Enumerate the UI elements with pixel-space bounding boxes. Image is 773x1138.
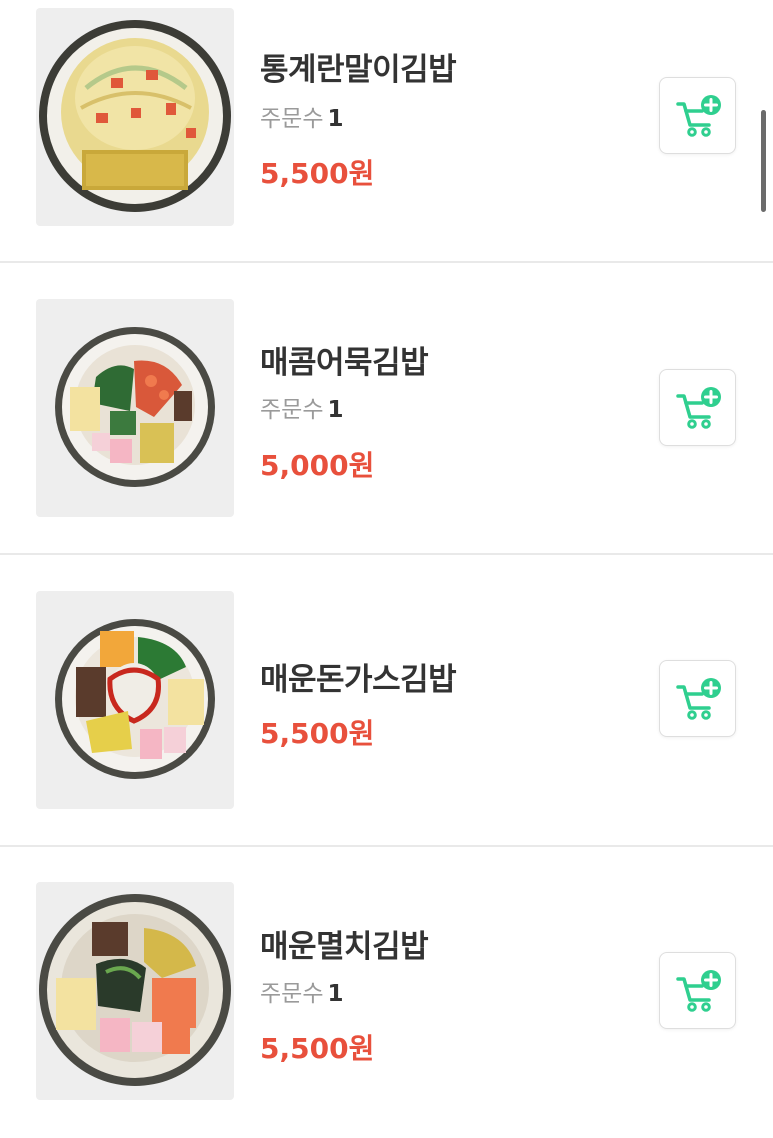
add-to-cart-button[interactable]	[659, 660, 736, 737]
food-image	[36, 8, 234, 226]
order-label: 주문수	[260, 397, 324, 423]
order-count-value: 1	[327, 981, 344, 1007]
food-image	[36, 299, 234, 517]
menu-item[interactable]: 통계란말이김밥 주문수 1 5,500원	[0, 0, 773, 262]
menu-name: 매콤어묵김밥	[260, 345, 429, 381]
divider	[0, 553, 773, 555]
order-label: 주문수	[260, 981, 324, 1007]
food-image	[36, 591, 234, 809]
divider	[0, 261, 773, 263]
order-count: 주문수 1	[260, 974, 344, 1008]
menu-item[interactable]: 매콤어묵김밥 주문수 1 5,000원	[0, 292, 773, 554]
order-count: 주문수 1	[260, 99, 344, 133]
order-count: 주문수 1	[260, 390, 344, 424]
food-image	[36, 882, 234, 1100]
menu-item[interactable]: 매운멸치김밥 주문수 1 5,500원	[0, 876, 773, 1138]
divider	[0, 845, 773, 847]
scrollbar[interactable]	[761, 110, 766, 212]
menu-price: 5,500원	[260, 717, 375, 750]
order-label: 주문수	[260, 106, 324, 132]
order-count-value: 1	[327, 106, 344, 132]
cart-plus-icon	[676, 970, 721, 1012]
menu-price: 5,500원	[260, 1032, 375, 1065]
menu-price: 5,500원	[260, 157, 375, 190]
menu-price: 5,000원	[260, 449, 375, 482]
add-to-cart-button[interactable]	[659, 77, 736, 154]
menu-name: 매운돈가스김밥	[260, 662, 457, 698]
add-to-cart-button[interactable]	[659, 952, 736, 1029]
order-count-value: 1	[327, 397, 344, 423]
add-to-cart-button[interactable]	[659, 369, 736, 446]
menu-name: 매운멸치김밥	[260, 929, 429, 965]
cart-plus-icon	[676, 387, 721, 429]
menu-name: 통계란말이김밥	[260, 52, 457, 88]
cart-plus-icon	[676, 95, 721, 137]
cart-plus-icon	[676, 678, 721, 720]
menu-item[interactable]: 매운돈가스김밥 5,500원	[0, 584, 773, 846]
